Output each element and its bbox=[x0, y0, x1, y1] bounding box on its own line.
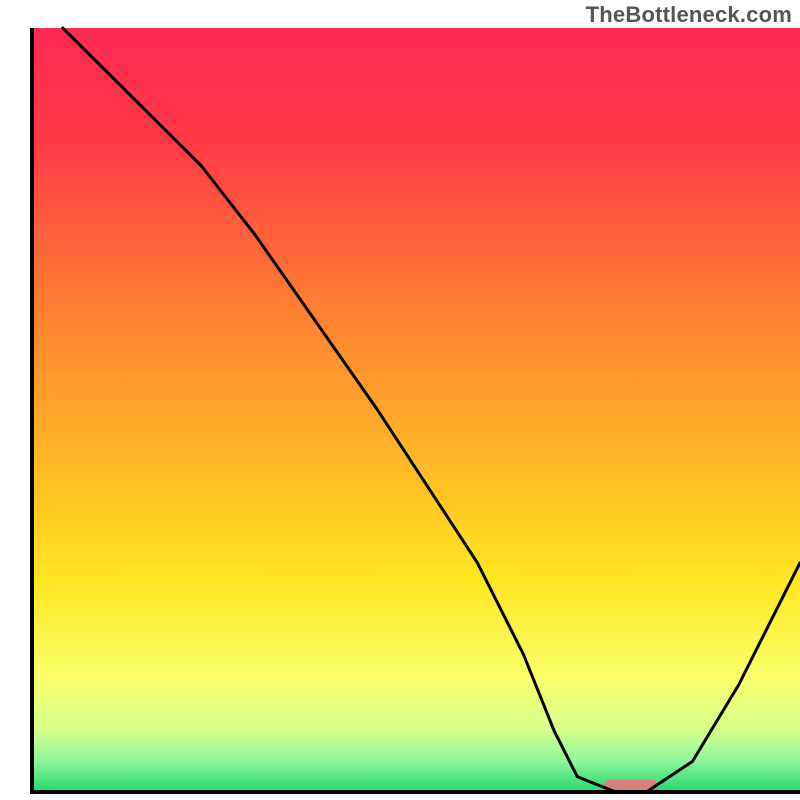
bottleneck-chart bbox=[0, 0, 800, 800]
watermark-text: TheBottleneck.com bbox=[586, 2, 792, 28]
chart-background bbox=[32, 28, 800, 792]
